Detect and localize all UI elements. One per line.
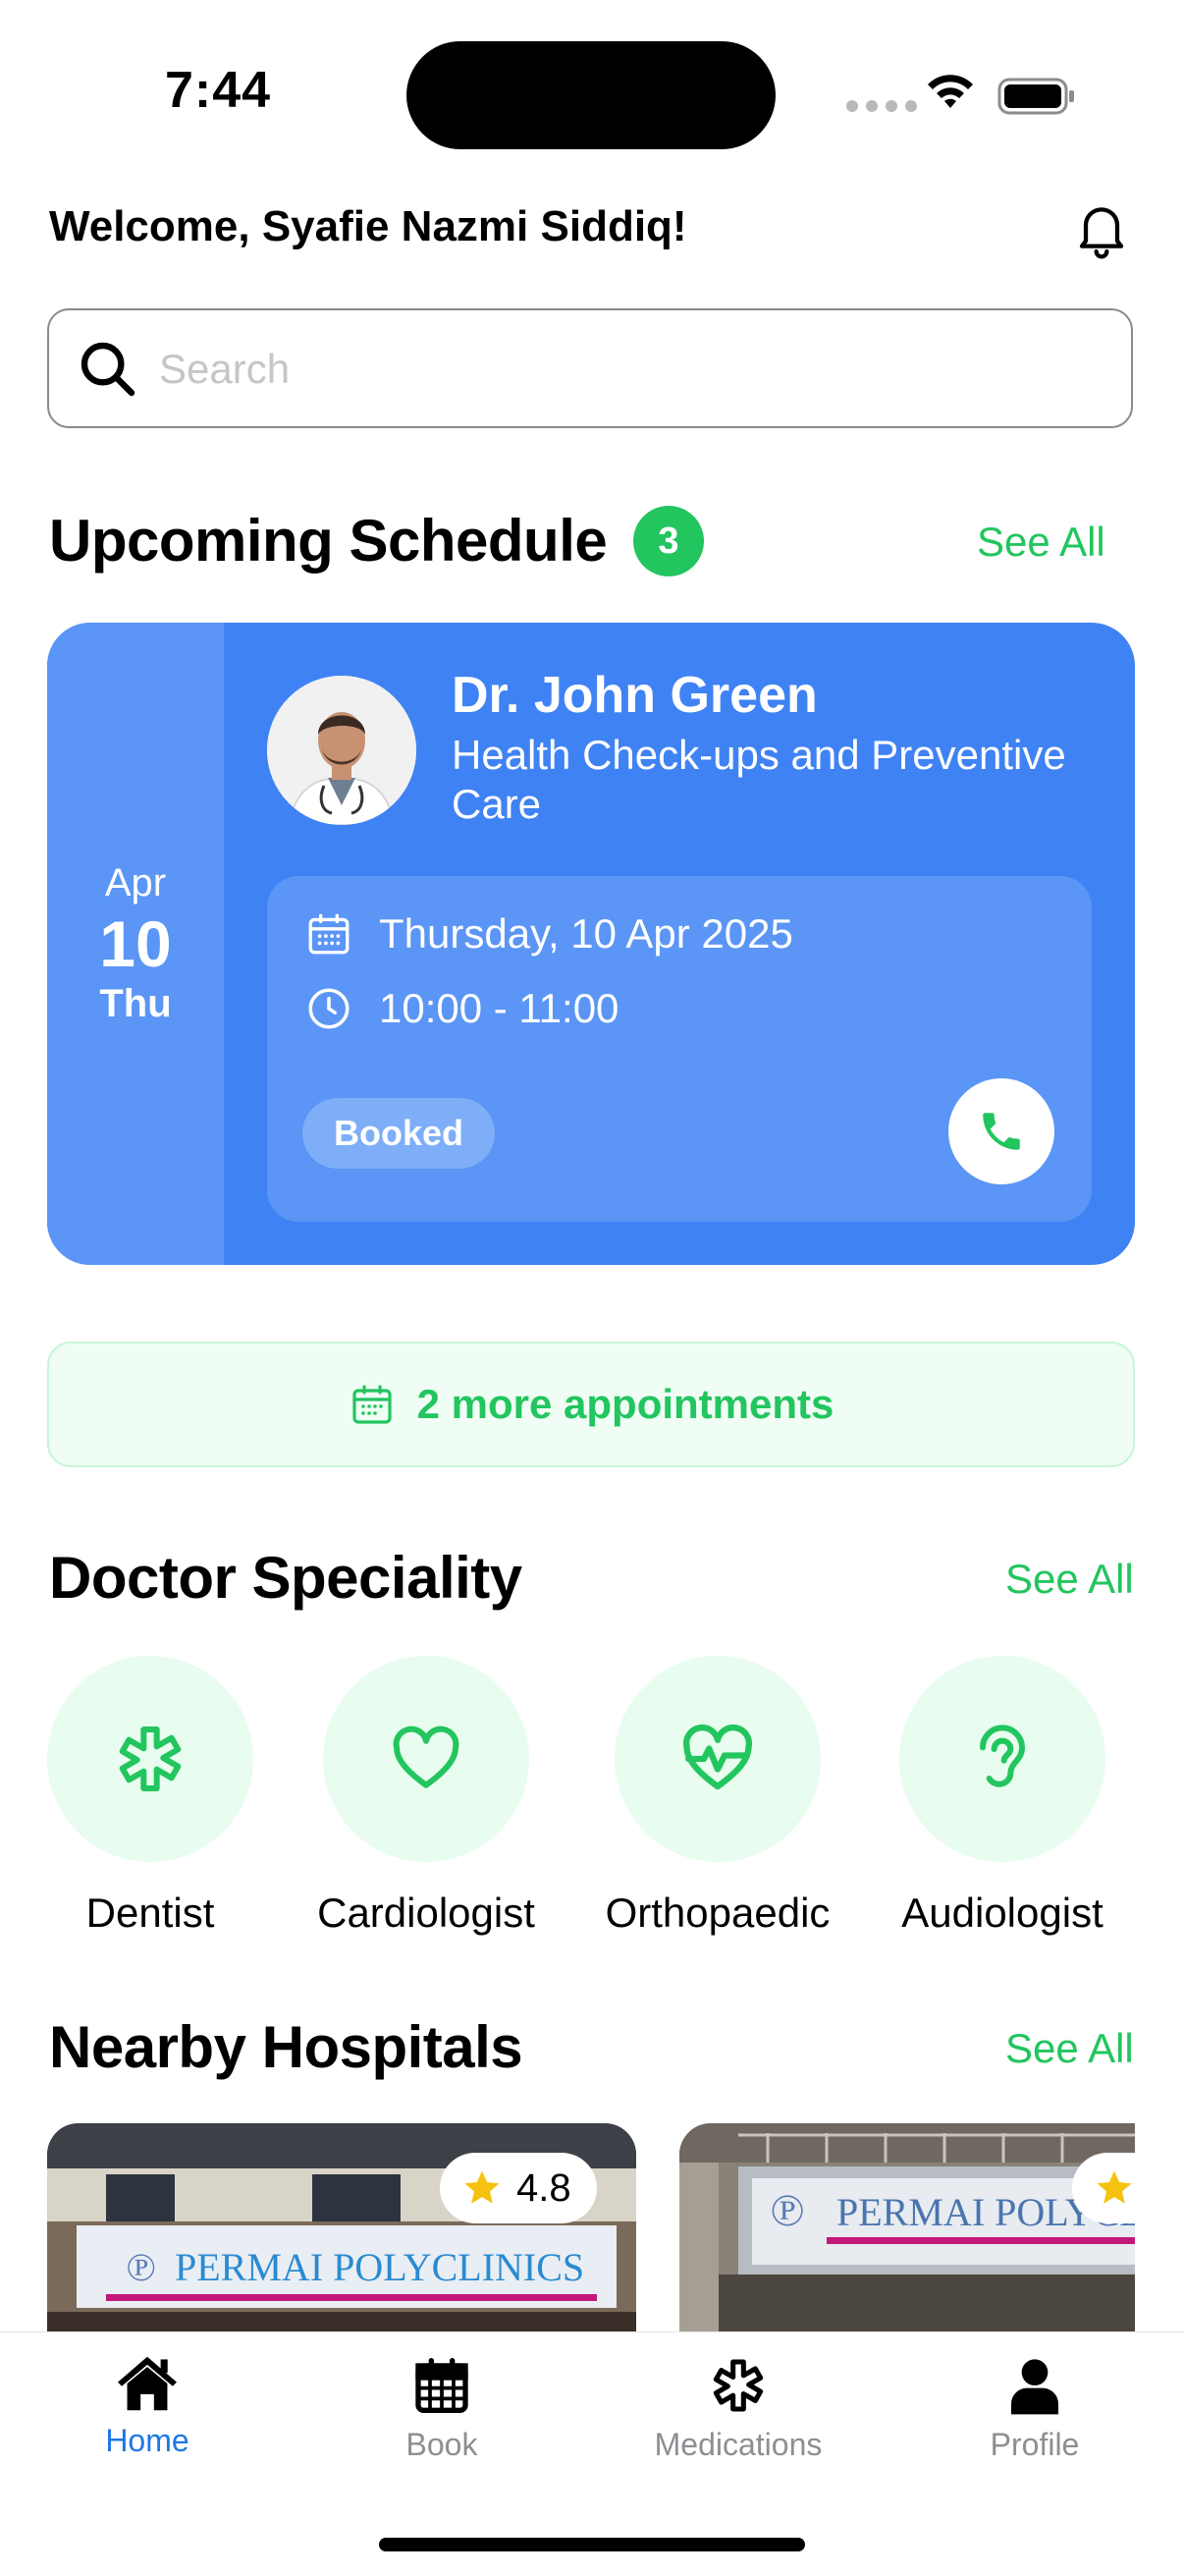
welcome-text: Welcome, Syafie Nazmi Siddiq!	[49, 202, 687, 250]
speciality-dentist[interactable]: Dentist	[47, 1656, 253, 1937]
doctor-avatar	[267, 676, 416, 825]
calendar-icon	[308, 913, 350, 955]
battery-icon	[997, 78, 1074, 115]
hospital-photo: ℗ PERMAI POLYCLINICS	[679, 2123, 1135, 2333]
speciality-label: Cardiologist	[317, 1890, 535, 1936]
rating-badge	[1072, 2153, 1135, 2223]
speciality-orthopaedic[interactable]: Orthopaedic	[606, 1656, 830, 1937]
appointment-date-column: Apr 10 Thu	[47, 623, 224, 1265]
signal-icon	[846, 100, 917, 112]
search-input[interactable]	[157, 336, 1045, 403]
more-appointments-button[interactable]: 2 more appointments	[47, 1342, 1135, 1467]
tab-label: Profile	[990, 2427, 1080, 2462]
hospitals-title: Nearby Hospitals	[49, 2014, 523, 2080]
speciality-audiologist[interactable]: Audiologist	[899, 1656, 1105, 1937]
svg-text:℗: ℗	[126, 2245, 155, 2289]
hospital-card[interactable]: ℗ PERMAI POLYCLINICS 4.8	[47, 2123, 636, 2333]
hospitals-see-all-link[interactable]: See All	[1005, 2025, 1134, 2072]
doctor-specialty: Health Check-ups and Preventive Care	[452, 732, 1066, 827]
appointment-time-row: 10:00 - 11:00	[304, 984, 619, 1033]
speciality-cardiologist[interactable]: Cardiologist	[317, 1656, 535, 1937]
speciality-title: Doctor Speciality	[49, 1545, 522, 1611]
person-icon	[1011, 2359, 1058, 2415]
star-icon	[1097, 2170, 1132, 2204]
schedule-see-all-link[interactable]: See All	[977, 519, 1105, 566]
hospital-sign-text: PERMAI POLYCLINICS	[175, 2245, 584, 2289]
speciality-label: Orthopaedic	[605, 1890, 831, 1936]
appointment-weekday: Thu	[99, 982, 172, 1025]
asterisk-icon	[119, 1726, 182, 1791]
appointment-details: Thursday, 10 Apr 2025 10:00 - 11:00 Book…	[267, 876, 1092, 1222]
tab-label: Medications	[654, 2427, 823, 2462]
appointment-card[interactable]: Apr 10 Thu Dr. John Green Health Check-u…	[47, 623, 1135, 1265]
schedule-count-badge: 3	[633, 506, 704, 576]
appointment-date-row: Thursday, 10 Apr 2025	[304, 909, 793, 959]
speciality-label: Dentist	[85, 1890, 215, 1936]
rating-value: 4.8	[516, 2165, 571, 2210]
speciality-label: Audiologist	[901, 1890, 1103, 1936]
dynamic-island	[406, 41, 776, 149]
rating-badge: 4.8	[440, 2153, 597, 2223]
tab-home[interactable]: Home	[39, 2354, 255, 2459]
home-icon	[118, 2356, 177, 2411]
schedule-title: Upcoming Schedule	[49, 508, 608, 574]
doctor-name: Dr. John Green	[452, 667, 818, 724]
home-indicator	[379, 2538, 805, 2551]
hospital-card[interactable]: ℗ PERMAI POLYCLINICS	[679, 2123, 1135, 2333]
appointment-date: Thursday, 10 Apr 2025	[379, 910, 793, 957]
tab-profile[interactable]: Profile	[927, 2354, 1143, 2463]
phone-icon	[983, 1113, 1020, 1150]
wifi-icon	[928, 75, 973, 108]
star-icon	[464, 2170, 500, 2204]
heart-pulse-icon	[682, 1724, 753, 1790]
tab-label: Book	[405, 2427, 478, 2462]
tab-book[interactable]: Book	[334, 2354, 550, 2463]
search-icon	[81, 342, 135, 397]
calendar-icon	[352, 1385, 392, 1424]
tab-medications[interactable]: Medications	[630, 2354, 846, 2463]
search-bar[interactable]	[47, 308, 1133, 428]
clock-icon	[308, 988, 350, 1029]
bell-icon[interactable]	[1070, 196, 1133, 259]
tab-label: Home	[105, 2423, 189, 2458]
more-appointments-label: 2 more appointments	[416, 1381, 834, 1427]
speciality-see-all-link[interactable]: See All	[1005, 1556, 1134, 1603]
calendar-icon	[415, 2358, 468, 2413]
ear-icon	[980, 1725, 1025, 1787]
call-button[interactable]	[948, 1078, 1054, 1184]
appointment-time: 10:00 - 11:00	[379, 985, 619, 1031]
appointment-month: Apr	[104, 861, 167, 904]
asterisk-icon	[713, 2359, 764, 2412]
status-badge: Booked	[302, 1098, 496, 1169]
svg-text:℗: ℗	[770, 2185, 804, 2235]
heart-icon	[393, 1726, 459, 1788]
status-time: 7:44	[165, 62, 272, 119]
appointment-day: 10	[99, 907, 172, 980]
